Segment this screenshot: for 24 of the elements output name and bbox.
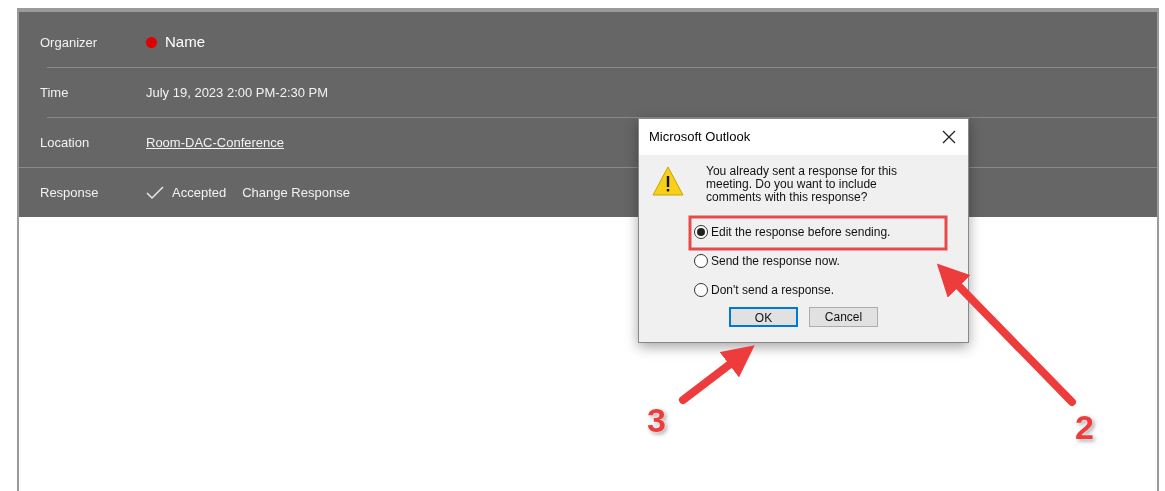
field-label: Organizer	[40, 33, 99, 52]
radio-option[interactable]: Don't send a response.	[694, 281, 934, 299]
ok-button[interactable]: OK	[729, 307, 798, 327]
time-value: July 19, 2023 2:00 PM-2:30 PM	[146, 83, 329, 102]
field-label: Location	[40, 133, 91, 152]
location-link[interactable]: Room-DAC-Conference	[146, 132, 284, 153]
response-status: Accepted	[172, 183, 227, 202]
radio-option[interactable]: Edit the response before sending.	[694, 223, 934, 241]
field-label: Time	[40, 83, 70, 102]
radio-option[interactable]: Send the response now.	[694, 252, 934, 270]
radio-button[interactable]	[694, 225, 708, 239]
organizer-name: Name	[165, 32, 205, 53]
cancel-button[interactable]: Cancel	[809, 307, 878, 327]
field-label: Response	[40, 183, 100, 202]
close-button[interactable]	[942, 129, 958, 145]
check-icon	[146, 185, 164, 200]
step-number: 2	[1075, 407, 1094, 448]
warning-icon	[651, 165, 685, 197]
dialog-title: Microsoft Outlook	[649, 128, 751, 147]
radio-button[interactable]	[694, 254, 708, 268]
radio-button[interactable]	[694, 283, 708, 297]
dialog-message: You already sent a response for this meeting. Do you want to include comments with this response?	[706, 165, 898, 204]
change-response-button[interactable]: Change Response	[242, 182, 350, 203]
step-number: 3	[647, 400, 666, 441]
